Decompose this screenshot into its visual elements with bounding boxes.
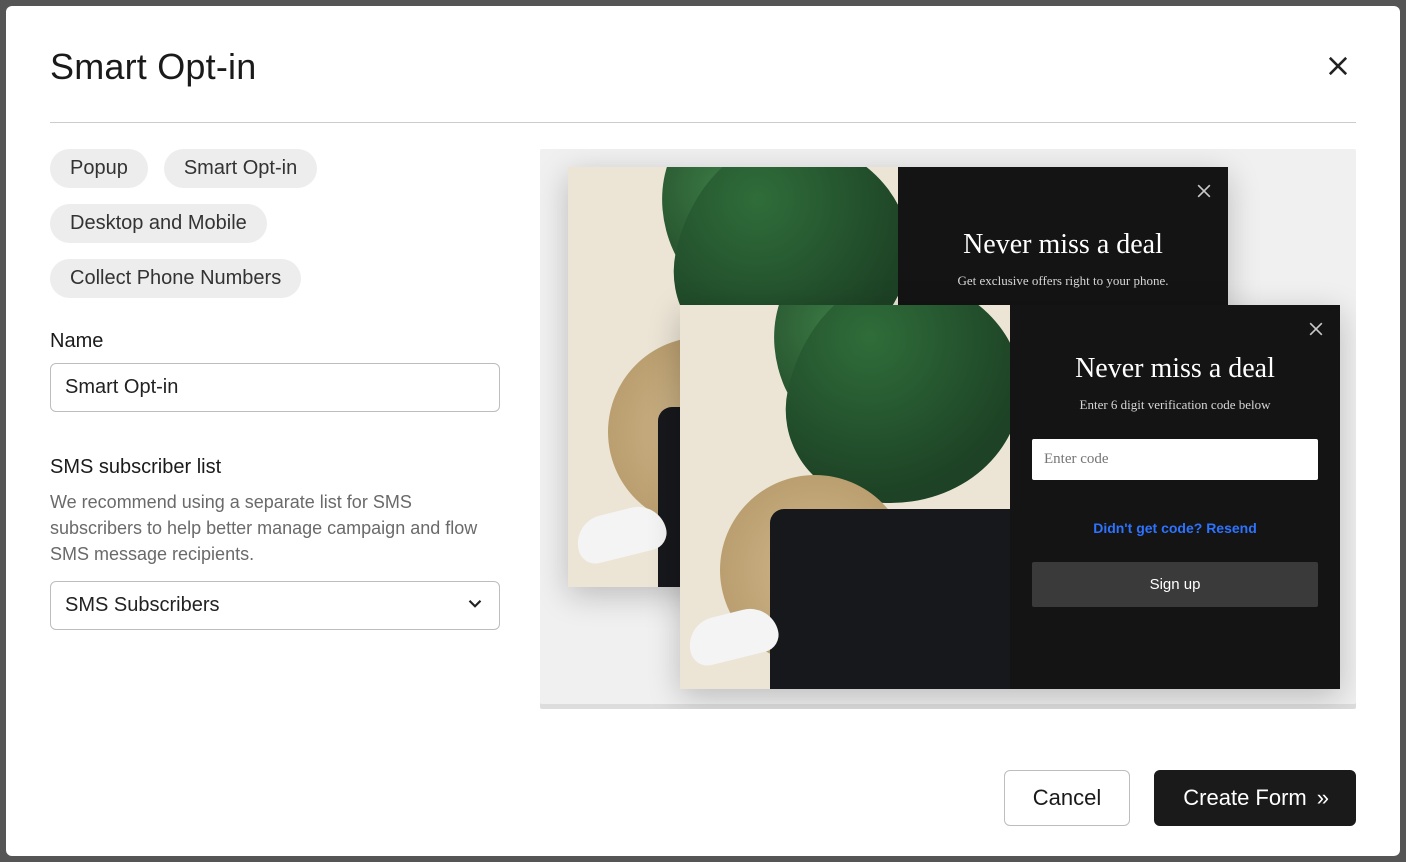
- close-icon: [1194, 181, 1214, 201]
- preview-back-headline: Never miss a deal: [963, 229, 1163, 261]
- preview-front-close-button[interactable]: [1306, 319, 1326, 342]
- sms-list-description: We recommend using a separate list for S…: [50, 489, 500, 567]
- preview-code-input[interactable]: [1032, 439, 1318, 480]
- preview-front-content: Never miss a deal Enter 6 digit verifica…: [1010, 305, 1340, 689]
- modal-footer: Cancel Create Form »: [50, 736, 1356, 826]
- preview-back-subtext: Get exclusive offers right to your phone…: [958, 273, 1169, 289]
- preview-resend-link[interactable]: Didn't get code? Resend: [1093, 520, 1257, 536]
- tag-list: Popup Smart Opt-in Desktop and Mobile Co…: [50, 149, 500, 298]
- modal-body: Popup Smart Opt-in Desktop and Mobile Co…: [50, 123, 1356, 736]
- tag-desktop-mobile: Desktop and Mobile: [50, 204, 267, 243]
- tag-collect-phone: Collect Phone Numbers: [50, 259, 301, 298]
- sms-list-select-display[interactable]: SMS Subscribers: [50, 581, 500, 630]
- name-label: Name: [50, 330, 500, 353]
- preview-signup-button[interactable]: Sign up: [1032, 562, 1318, 607]
- sms-list-select[interactable]: SMS Subscribers: [50, 581, 500, 630]
- preview-front-image: [680, 305, 1010, 689]
- sms-list-field-group: SMS subscriber list We recommend using a…: [50, 456, 500, 630]
- form-preview: Never miss a deal Get exclusive offers r…: [540, 149, 1356, 709]
- close-icon: [1324, 52, 1352, 80]
- name-field-group: Name: [50, 330, 500, 412]
- preview-front-subtext: Enter 6 digit verification code below: [1080, 397, 1271, 413]
- name-input[interactable]: [50, 363, 500, 412]
- cancel-button[interactable]: Cancel: [1004, 770, 1130, 826]
- create-form-label: Create Form: [1183, 785, 1306, 811]
- tag-popup: Popup: [50, 149, 148, 188]
- preview-back-close-button[interactable]: [1194, 181, 1214, 204]
- modal-header: Smart Opt-in: [50, 46, 1356, 123]
- preview-front-headline: Never miss a deal: [1075, 353, 1275, 385]
- close-button[interactable]: [1320, 48, 1356, 87]
- tag-smart-optin: Smart Opt-in: [164, 149, 317, 188]
- close-icon: [1306, 319, 1326, 339]
- create-form-button[interactable]: Create Form »: [1154, 770, 1356, 826]
- modal-title: Smart Opt-in: [50, 46, 256, 88]
- smart-optin-modal: Smart Opt-in Popup Smart Opt-in Desktop …: [6, 6, 1400, 856]
- double-chevron-right-icon: »: [1317, 785, 1327, 811]
- form-column: Popup Smart Opt-in Desktop and Mobile Co…: [50, 149, 500, 736]
- preview-card-front: Never miss a deal Enter 6 digit verifica…: [680, 305, 1340, 689]
- sms-list-label: SMS subscriber list: [50, 456, 500, 479]
